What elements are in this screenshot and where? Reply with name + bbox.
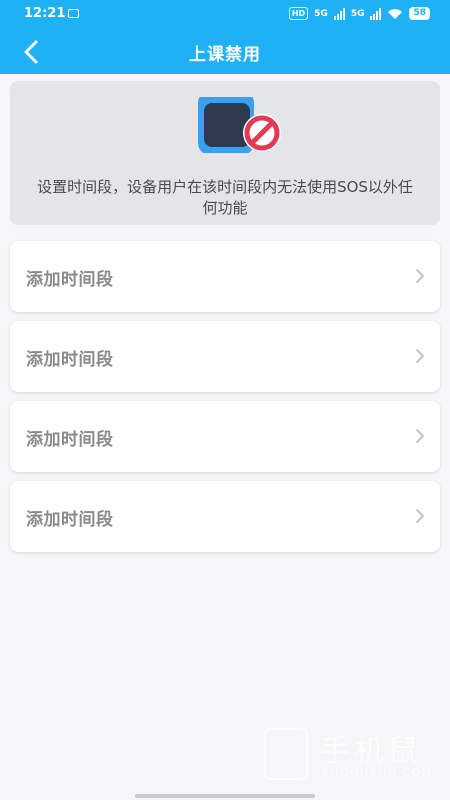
time-slot-list: 添加时间段 添加时间段 添加时间段 添加时间段 — [10, 241, 440, 561]
signal-icon — [333, 7, 345, 20]
time-slot-item[interactable]: 添加时间段 — [10, 321, 440, 392]
page-title: 上课禁用 — [189, 45, 261, 65]
time-slot-item[interactable]: 添加时间段 — [10, 241, 440, 312]
wifi-icon — [388, 8, 403, 19]
chevron-right-icon — [416, 509, 424, 523]
watermark-mouse-icon — [264, 728, 308, 780]
notification-icon — [68, 9, 79, 18]
chevron-right-icon — [416, 269, 424, 283]
info-banner: 设置时间段，设备用户在该时间段内无法使用SOS以外任何功能 — [10, 81, 440, 225]
time-slot-label: 添加时间段 — [26, 270, 114, 290]
watermark-logo: 手机鼠 SHOUJISHU.COM — [264, 726, 434, 786]
chevron-right-icon — [416, 429, 424, 443]
page-header: 上课禁用 — [0, 30, 450, 74]
status-time: 12:21 — [24, 6, 66, 21]
sim1-label: 5G — [314, 8, 328, 19]
time-slot-label: 添加时间段 — [26, 430, 114, 450]
watermark-brand-en: SHOUJISHU.COM — [322, 766, 433, 779]
hd-badge: HD — [288, 7, 309, 20]
time-slot-label: 添加时间段 — [26, 510, 114, 530]
time-slot-item[interactable]: 添加时间段 — [10, 401, 440, 472]
watch-disabled-icon — [198, 97, 281, 153]
banner-description: 设置时间段，设备用户在该时间段内无法使用SOS以外任何功能 — [37, 178, 413, 217]
status-indicators: HD 5G 5G 58 — [288, 7, 430, 20]
status-bar: 12:21 HD 5G 5G 58 — [0, 0, 450, 30]
watermark-brand-cn: 手机鼠 — [320, 734, 422, 769]
sim2-label: 5G — [350, 8, 365, 19]
battery-icon: 58 — [409, 7, 430, 20]
time-slot-item[interactable]: 添加时间段 — [10, 481, 440, 552]
chevron-right-icon — [416, 349, 424, 363]
signal-icon — [370, 7, 382, 20]
time-slot-label: 添加时间段 — [26, 350, 114, 370]
home-indicator[interactable] — [135, 794, 315, 798]
